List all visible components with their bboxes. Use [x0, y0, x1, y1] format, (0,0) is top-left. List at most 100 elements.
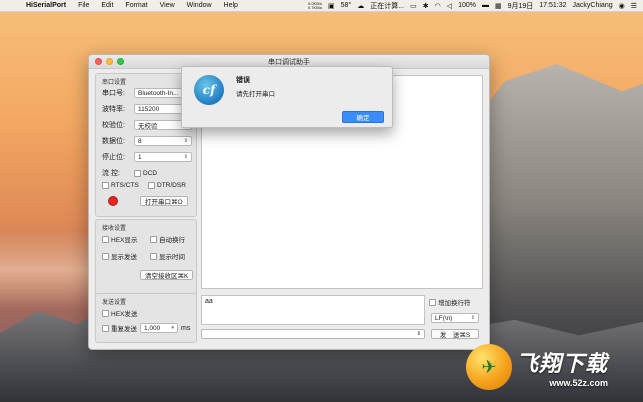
open-port-row: 打开串口⌘O [102, 196, 188, 206]
checkbox-box[interactable] [429, 298, 436, 306]
menu-edit[interactable]: Edit [95, 2, 119, 9]
hex-send-label: HEX发送 [111, 311, 138, 318]
baud-row: 波特率: 115200 ⇕ [102, 104, 192, 114]
send-settings-group: 发送设置 HEX发送 重复发送 1,000 ▾ ms [95, 293, 197, 343]
dtr-dsr-checkbox[interactable]: DTR/DSR [148, 182, 186, 189]
close-button[interactable] [95, 58, 102, 65]
menu-view[interactable]: View [154, 2, 181, 9]
menu-bar: HiSerialPort File Edit Format View Windo… [0, 0, 643, 12]
checkbox-box[interactable] [102, 235, 109, 243]
net-down: 0.7KB/s [307, 4, 322, 10]
chevron-down-icon: ▾ [171, 325, 174, 331]
checkbox-box[interactable] [102, 309, 109, 317]
checkbox-box[interactable] [102, 324, 109, 332]
volume-icon[interactable]: ◁ [447, 2, 452, 10]
watermark-brand: 飞翔下载 [516, 351, 609, 376]
dcd-label: DCD [143, 169, 158, 177]
databits-select[interactable]: 8 ⇕ [134, 136, 192, 146]
checkbox-box[interactable] [150, 235, 157, 243]
menu-format[interactable]: Format [119, 2, 153, 9]
handshake-row: RTS/CTS DTR/DSR [102, 182, 186, 189]
show-time-checkbox[interactable]: 显示时间 [150, 251, 185, 261]
hex-display-checkbox[interactable]: HEX显示 [102, 234, 150, 244]
window-controls [95, 58, 124, 65]
battery-percent[interactable]: 100% [458, 2, 476, 9]
repeat-send-label: 重复发送 [111, 326, 137, 333]
add-newline-label: 增加换行符 [438, 300, 471, 307]
checkbox-box[interactable] [148, 182, 155, 189]
clear-receive-button[interactable]: 清空接收区⌘K [140, 270, 194, 280]
ok-button[interactable]: 确定 [342, 111, 384, 123]
send-history-select[interactable]: ⇕ [201, 329, 425, 339]
recv-row-2: 显示发送 显示时间 [102, 251, 185, 261]
status-tray: 0.0KB/s 0.7KB/s ▣ 58° ☁ 正在计算... ▭ ✱ ◠ ◁ … [308, 1, 643, 11]
port-value: Bluetooth-In... [138, 89, 179, 97]
send-button[interactable]: 发 送⌘S [431, 329, 479, 339]
wifi-icon[interactable]: ◠ [435, 2, 441, 10]
keyboard-flag-icon[interactable]: ▦ [495, 2, 502, 10]
error-alert: cf 错误 请先打开串口 确定 [181, 66, 393, 128]
watermark-url: www.52z.com [549, 378, 609, 388]
temperature[interactable]: 58° [341, 2, 352, 9]
zoom-button[interactable] [117, 58, 124, 65]
dcd-checkbox[interactable]: DCD [134, 169, 158, 177]
checkbox-box[interactable] [134, 169, 141, 177]
send-textarea[interactable]: aa [201, 295, 425, 325]
app-logo-icon: cf [194, 75, 224, 105]
stopbits-label: 停止位: [102, 154, 125, 161]
chevron-updown-icon: ⇕ [183, 138, 188, 144]
parity-row: 校验位: 无校验 ⇕ [102, 120, 192, 130]
stopbits-select[interactable]: 1 ⇕ [134, 152, 192, 162]
chevron-updown-icon: ⇕ [416, 331, 421, 337]
clock-date[interactable]: 9月19日 [508, 1, 534, 11]
menu-help[interactable]: Help [218, 2, 244, 9]
port-status-indicator [108, 196, 118, 206]
send-row-2: 重复发送 1,000 ▾ ms [102, 323, 190, 333]
chevron-updown-icon: ⇕ [183, 154, 188, 160]
databits-label: 数据位: [102, 138, 125, 145]
thermometer-icon[interactable]: ▣ [328, 2, 335, 10]
serial-settings-label: 串口设置 [102, 80, 127, 86]
checkbox-box[interactable] [102, 182, 109, 189]
minimize-button[interactable] [106, 58, 113, 65]
show-send-checkbox[interactable]: 显示发送 [102, 251, 150, 261]
add-newline-checkbox[interactable]: 增加换行符 [429, 297, 471, 307]
watermark-logo: ✈ 飞翔下载 www.52z.com [466, 344, 608, 390]
status-text[interactable]: 正在计算... [370, 1, 404, 11]
display-icon[interactable]: ▭ [410, 2, 417, 10]
bluetooth-icon[interactable]: ✱ [423, 2, 429, 10]
recv-row-1: HEX显示 自动换行 [102, 234, 185, 244]
open-port-button[interactable]: 打开串口⌘O [140, 196, 188, 206]
databits-value: 8 [138, 137, 142, 145]
network-speed[interactable]: 0.0KB/s 0.7KB/s [307, 1, 322, 10]
repeat-send-checkbox[interactable]: 重复发送 [102, 323, 137, 333]
menu-app-name[interactable]: HiSerialPort [20, 2, 72, 9]
interval-value: 1,000 [144, 324, 161, 332]
baud-label: 波特率: [102, 106, 125, 113]
clock-time[interactable]: 17:51:32 [539, 2, 566, 9]
newline-select[interactable]: LF(\n) ⇕ [431, 313, 479, 323]
interval-select[interactable]: 1,000 ▾ [140, 323, 178, 333]
send-row-1: HEX发送 [102, 308, 137, 318]
user-name[interactable]: JackyChiang [573, 2, 613, 9]
rts-cts-label: RTS/CTS [111, 182, 139, 189]
checkbox-box[interactable] [102, 252, 109, 260]
menu-file[interactable]: File [72, 2, 95, 9]
baud-value: 115200 [138, 105, 160, 113]
checkbox-box[interactable] [150, 252, 157, 260]
newline-value: LF(\n) [435, 314, 453, 322]
auto-wrap-checkbox[interactable]: 自动换行 [150, 234, 185, 244]
menu-window[interactable]: Window [181, 2, 218, 9]
watermark-emblem-icon: ✈ [466, 344, 512, 390]
parity-label: 校验位: [102, 122, 125, 129]
rts-cts-checkbox[interactable]: RTS/CTS [102, 182, 148, 189]
receive-settings-group: 接收设置 HEX显示 自动换行 显示发送 显示时间 清空接收区⌘K [95, 219, 197, 299]
cloud-icon[interactable]: ☁ [357, 2, 364, 10]
show-send-label: 显示发送 [111, 254, 137, 261]
notification-center-icon[interactable]: ☰ [631, 2, 637, 10]
siri-icon[interactable]: ◉ [619, 2, 625, 10]
battery-icon[interactable]: ▬ [482, 2, 489, 9]
stopbits-row: 停止位: 1 ⇕ [102, 152, 192, 162]
hex-send-checkbox[interactable]: HEX发送 [102, 308, 137, 318]
flow-label: 流 控: [102, 170, 120, 177]
